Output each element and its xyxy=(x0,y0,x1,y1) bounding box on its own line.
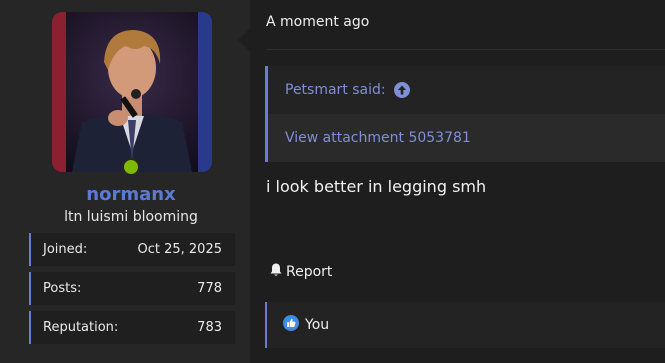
post-arrow xyxy=(238,28,250,52)
quote-author[interactable]: Petsmart said: xyxy=(285,82,386,98)
report-label: Report xyxy=(286,264,333,280)
stat-reputation: Reputation: 783 xyxy=(29,311,235,344)
quote-attachment-link[interactable]: View attachment 5053781 xyxy=(268,114,665,162)
quote-block: Petsmart said: View attachment 5053781 xyxy=(265,66,665,162)
user-title: ltn luismi blooming xyxy=(64,209,198,225)
user-panel: normanx ltn luismi blooming Joined: Oct … xyxy=(0,0,250,363)
post-message: i look better in legging smh xyxy=(266,177,487,196)
avatar-image xyxy=(52,12,212,172)
stat-value: 783 xyxy=(197,320,222,335)
post-timestamp[interactable]: A moment ago xyxy=(266,14,369,30)
arrow-up-circle-icon[interactable] xyxy=(393,82,410,98)
bell-icon xyxy=(268,262,284,282)
quote-header[interactable]: Petsmart said: xyxy=(268,66,665,114)
like-icon xyxy=(283,315,299,335)
online-status-indicator xyxy=(122,158,140,176)
stat-value: 778 xyxy=(197,281,222,296)
stat-joined: Joined: Oct 25, 2025 xyxy=(29,233,235,266)
post-body: A moment ago Petsmart said: View attachm… xyxy=(250,0,665,363)
reaction-users[interactable]: You xyxy=(305,317,329,333)
divider xyxy=(266,49,665,50)
avatar[interactable] xyxy=(52,12,212,172)
stat-label: Reputation: xyxy=(43,320,119,335)
stat-label: Posts: xyxy=(43,281,82,296)
stat-value: Oct 25, 2025 xyxy=(137,242,223,257)
stat-posts: Posts: 778 xyxy=(29,272,235,305)
report-button[interactable]: Report xyxy=(268,262,332,282)
stat-label: Joined: xyxy=(43,242,88,257)
reactions-bar[interactable]: You xyxy=(265,302,665,348)
username-link[interactable]: normanx xyxy=(0,184,262,205)
